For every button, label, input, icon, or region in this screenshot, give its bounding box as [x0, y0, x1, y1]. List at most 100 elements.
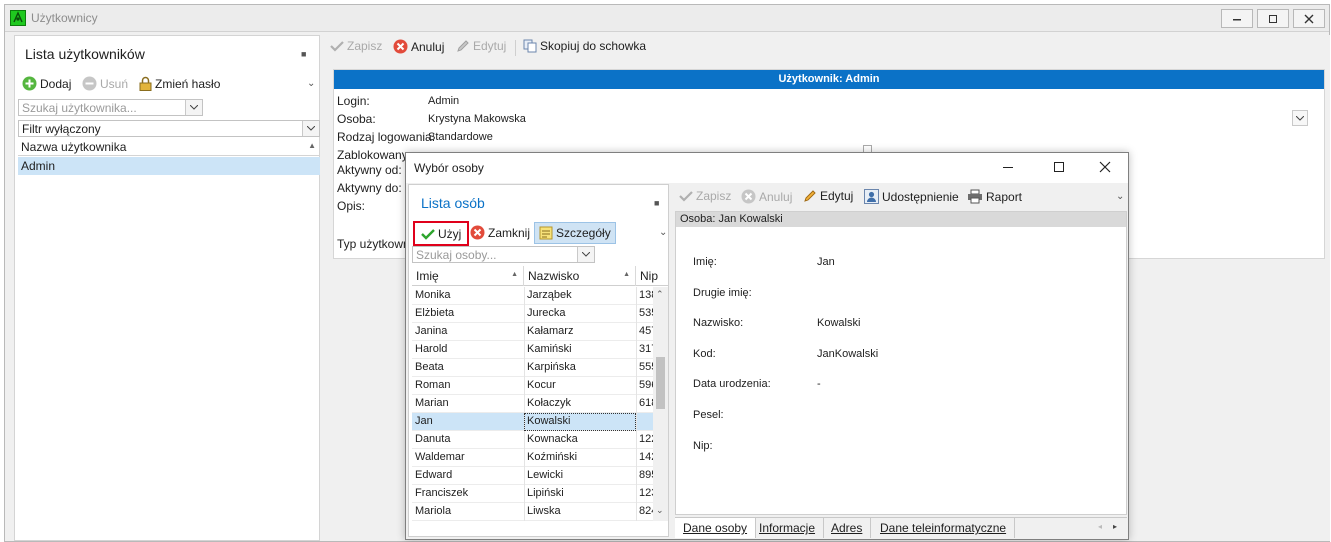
- users-panel: Lista użytkowników ■ Dodaj Usuń Zmień ha…: [14, 35, 320, 541]
- column-header-last-name[interactable]: Nazwisko ▲: [524, 266, 636, 286]
- table-row[interactable]: HaroldKamiński317: [412, 341, 656, 359]
- cancel-button[interactable]: Anuluj: [393, 39, 444, 54]
- table-row[interactable]: WaldemarKoźmiński142: [412, 449, 656, 467]
- column-divider: [524, 359, 525, 377]
- cancel-icon: [393, 39, 408, 54]
- remove-icon: [82, 76, 97, 91]
- column-divider: [524, 287, 525, 305]
- person-picker-dialog: Wybór osoby Lista osób ■ Użyj Zamknij Sz…: [405, 152, 1129, 540]
- column-header-nip[interactable]: Nip: [636, 266, 668, 286]
- chevron-up-icon[interactable]: ⌃: [656, 289, 664, 300]
- close-list-button[interactable]: Zamknij: [470, 225, 530, 240]
- chevron-down-icon[interactable]: ⌄: [1116, 191, 1124, 202]
- cancel-icon: [470, 225, 485, 240]
- dropdown-arrow-icon[interactable]: [302, 121, 319, 136]
- column-header-first-name[interactable]: Imię ▲: [412, 266, 524, 286]
- people-grid-header: Imię ▲ Nazwisko ▲ Nip: [412, 266, 668, 286]
- edit-button[interactable]: Edytuj: [803, 189, 853, 203]
- use-button[interactable]: Użyj: [413, 221, 470, 246]
- first-name-value: Jan: [817, 256, 835, 268]
- column-divider: [524, 431, 525, 449]
- dialog-minimize-button[interactable]: [1002, 161, 1014, 173]
- cell-first-name: Edward: [415, 469, 453, 481]
- tab-address[interactable]: Adres: [823, 518, 872, 538]
- notes-icon: [539, 226, 553, 240]
- report-button[interactable]: Raport: [967, 189, 1022, 204]
- dropdown-arrow-icon[interactable]: [577, 247, 594, 262]
- column-divider: [524, 305, 525, 323]
- table-row[interactable]: DanutaKownacka122: [412, 431, 656, 449]
- table-row[interactable]: MonikaJarząbek138: [412, 287, 656, 305]
- pin-icon[interactable]: ■: [654, 198, 659, 208]
- last-name-label: Nazwisko:: [693, 317, 744, 329]
- minimize-button[interactable]: [1221, 9, 1253, 28]
- tab-information[interactable]: Informacje: [751, 518, 825, 538]
- cell-first-name: Roman: [415, 379, 451, 391]
- lock-icon: [139, 76, 152, 91]
- login-value: Admin: [428, 95, 460, 107]
- people-list-title: Lista osób: [421, 195, 485, 211]
- filter-select[interactable]: Filtr wyłączony: [18, 120, 320, 137]
- tab-telecom-data[interactable]: Dane teleinformatyczne: [872, 518, 1016, 538]
- people-list-panel: Lista osób ■ Użyj Zamknij Szczegóły ⌄ Sz…: [408, 184, 669, 537]
- scrollbar-thumb[interactable]: [656, 357, 665, 409]
- table-row[interactable]: FranciszekLipiński123: [412, 485, 656, 503]
- dialog-close-button[interactable]: [1098, 160, 1112, 174]
- person-search-input[interactable]: Szukaj osoby...: [412, 246, 595, 263]
- table-row[interactable]: ElżbietaJurecka535: [412, 305, 656, 323]
- column-divider: [524, 377, 525, 395]
- table-row[interactable]: JaninaKałamarz457: [412, 323, 656, 341]
- birth-date-value: -: [817, 378, 821, 390]
- tab-scroll-right-icon[interactable]: ▸: [1113, 522, 1117, 531]
- table-row[interactable]: Admin: [18, 157, 320, 175]
- chevron-down-icon[interactable]: ⌄: [656, 505, 664, 516]
- cell-first-name: Waldemar: [415, 451, 465, 463]
- table-row[interactable]: BeataKarpińska555: [412, 359, 656, 377]
- person-dropdown-button[interactable]: [1292, 110, 1308, 126]
- title-bar[interactable]: Użytkownicy: [5, 5, 1329, 32]
- tab-person-data[interactable]: Dane osoby: [675, 518, 757, 538]
- details-toggle-button[interactable]: Szczegóły: [534, 222, 616, 244]
- table-row[interactable]: MariolaLiwska824: [412, 503, 656, 521]
- birth-date-label: Data urodzenia:: [693, 378, 771, 390]
- dialog-body: Lista osób ■ Użyj Zamknij Szczegóły ⌄ Sz…: [406, 183, 1128, 539]
- restore-button[interactable]: [1257, 9, 1289, 28]
- sort-up-icon: ▲: [308, 141, 316, 150]
- column-divider: [636, 305, 637, 323]
- users-column-header[interactable]: Nazwa użytkownika ▲: [18, 138, 320, 156]
- table-row[interactable]: EdwardLewicki895: [412, 467, 656, 485]
- add-user-button[interactable]: Dodaj: [22, 76, 71, 91]
- share-button[interactable]: Udostępnienie: [864, 189, 959, 204]
- cancel-button[interactable]: Anuluj: [741, 189, 792, 204]
- copy-to-clipboard-button[interactable]: Skopiuj do schowka: [523, 39, 646, 53]
- save-button[interactable]: Zapisz: [679, 189, 731, 203]
- toolbar-divider: [515, 40, 516, 56]
- pin-icon[interactable]: ■: [301, 49, 306, 59]
- close-button[interactable]: [1293, 9, 1325, 28]
- chevron-down-icon[interactable]: ⌄: [307, 78, 315, 89]
- save-button[interactable]: Zapisz: [330, 39, 382, 53]
- change-password-button[interactable]: Zmień hasło: [139, 76, 220, 91]
- table-row[interactable]: Jan Kowalski: [412, 413, 656, 431]
- cell-last-name: Koźmiński: [527, 451, 578, 463]
- table-row[interactable]: MarianKołaczyk618: [412, 395, 656, 413]
- table-row[interactable]: RomanKocur596: [412, 377, 656, 395]
- pencil-icon: [456, 39, 470, 53]
- check-icon: [679, 190, 693, 202]
- delete-user-button[interactable]: Usuń: [82, 76, 128, 91]
- cell-first-name: Mariola: [415, 505, 452, 517]
- person-form: Osoba: Jan Kowalski Imię: Jan Drugie imi…: [675, 211, 1127, 515]
- dropdown-arrow-icon[interactable]: [185, 100, 202, 115]
- dialog-maximize-button[interactable]: [1053, 161, 1065, 173]
- people-grid-scrollbar[interactable]: ⌃ ⌄: [653, 287, 668, 521]
- user-search-input[interactable]: Szukaj użytkownika...: [18, 99, 203, 116]
- tab-scroll-left-icon[interactable]: ◂: [1098, 522, 1102, 531]
- cell-first-name: Jan: [415, 415, 433, 427]
- login-label: Login:: [337, 94, 370, 108]
- column-divider: [524, 503, 525, 521]
- printer-icon: [967, 189, 983, 204]
- chevron-down-icon[interactable]: ⌄: [659, 227, 667, 238]
- chevron-down-icon: [1296, 115, 1304, 121]
- sort-up-icon: ▲: [511, 271, 518, 278]
- edit-button[interactable]: Edytuj: [456, 39, 506, 53]
